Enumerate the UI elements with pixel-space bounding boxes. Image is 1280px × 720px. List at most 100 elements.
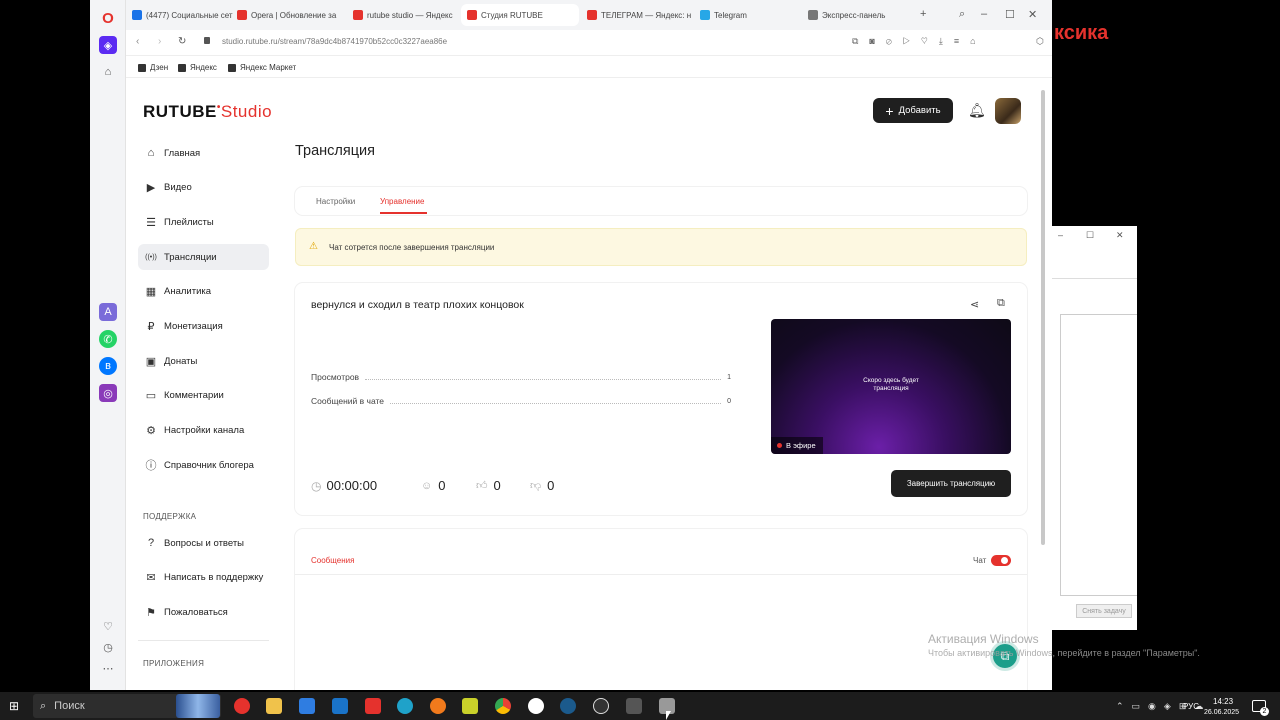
chrome-taskbar-icon[interactable]	[495, 698, 511, 714]
vk-icon[interactable]: в	[99, 357, 117, 375]
sidebar-item-label: Написать в поддержку	[164, 572, 264, 583]
add-button[interactable]: + Добавить	[873, 98, 953, 123]
tab-label: Telegram	[714, 10, 747, 20]
avatar[interactable]	[995, 98, 1021, 124]
whatsapp-icon[interactable]: ✆	[99, 330, 117, 348]
sidebar-item[interactable]: ? Вопросы и ответы	[138, 530, 269, 556]
app2-taskbar-icon[interactable]	[626, 698, 642, 714]
app-taskbar-icon[interactable]	[462, 698, 478, 714]
sidebar-item[interactable]: ⚑ Пожаловаться	[138, 599, 269, 625]
maximize-icon[interactable]: ☐	[1005, 8, 1015, 21]
game-taskbar-icon[interactable]	[593, 698, 609, 714]
bell-icon[interactable]: 🔔︎	[968, 102, 986, 119]
search-tabs-icon[interactable]: ⌕	[959, 8, 965, 21]
activation-text: Чтобы активировать Windows, перейдите в …	[928, 648, 1200, 658]
opera-taskbar-icon[interactable]	[234, 698, 250, 714]
tab-management[interactable]: Управление	[380, 197, 424, 206]
history-icon[interactable]: ◷	[99, 638, 117, 656]
chat-notice: ⚠ Чат сотрется после завершения трансляц…	[295, 228, 1027, 266]
address-bar: ‹ › ↻ studio.rutube.ru/stream/78a9dc4b87…	[126, 30, 1052, 56]
viewers-group: ☺ 0	[421, 478, 446, 493]
home-icon: ⌂	[147, 147, 155, 159]
sidebar-item[interactable]: ⓘ Справочник блогера	[138, 452, 269, 478]
aria-icon[interactable]: A	[99, 303, 117, 321]
firefox-taskbar-icon[interactable]	[430, 698, 446, 714]
sidebar-item[interactable]: ☰ Плейлисты	[138, 209, 269, 235]
bookmark-dzen[interactable]: Дзен	[138, 63, 168, 72]
sidebar-item[interactable]: ▶ Видео	[138, 175, 269, 201]
heart-icon[interactable]: ♡	[99, 617, 117, 635]
language-indicator[interactable]: РУС	[1183, 702, 1199, 711]
sidebar-item-label: Справочник блогера	[164, 459, 254, 471]
yandex-taskbar-icon[interactable]	[365, 698, 381, 714]
browser-tab[interactable]: Экспресс-панель	[802, 4, 920, 26]
browser-tab[interactable]: Telegram	[694, 4, 812, 26]
side-list[interactable]	[1060, 314, 1137, 596]
tab-divider	[295, 574, 1027, 575]
more-icon[interactable]: ⋯	[99, 659, 117, 677]
background-text: ксика	[1054, 22, 1109, 44]
clock-date[interactable]: 26.06.2025	[1204, 709, 1239, 716]
sidebar-item[interactable]: ⚙ Настройки канала	[138, 418, 269, 444]
chat-toggle[interactable]	[991, 555, 1011, 566]
stream-preview[interactable]: Скоро здесь будет трансляция В эфире	[771, 319, 1011, 454]
outlook-taskbar-icon[interactable]	[332, 698, 348, 714]
browser-tab[interactable]: Студия RUTUBE	[461, 4, 579, 26]
tab-label: (4477) Социальные сет	[146, 10, 233, 20]
end-stream-button[interactable]: Завершить трансляцию	[891, 470, 1011, 497]
tab-label: ТЕЛЕГРАМ — Яндекс: н	[601, 10, 692, 20]
url-field[interactable]: studio.rutube.ru/stream/78a9dc4b8741970b…	[222, 37, 447, 46]
bookmark-yandex-market[interactable]: Яндекс Маркет	[228, 63, 296, 72]
dotted-leader	[390, 398, 722, 404]
workspace-icon[interactable]: ◈	[99, 36, 117, 54]
side-close-icon[interactable]: ✕	[1116, 230, 1124, 241]
end-task-button[interactable]: Снять задачу	[1076, 604, 1132, 618]
forward-icon[interactable]: ›	[158, 36, 161, 47]
page-scrollbar[interactable]	[1041, 90, 1045, 545]
browser-tab[interactable]: rutube studio — Яндекс	[347, 4, 465, 26]
messages-tab[interactable]: Сообщения	[311, 556, 354, 565]
sidebar-item[interactable]: ✉ Написать в поддержку	[138, 565, 269, 591]
minimize-icon[interactable]: –	[981, 8, 987, 20]
bookmark-yandex[interactable]: Яндекс	[178, 63, 217, 72]
bookmarks-bar: Дзен Яндекс Яндекс Маркет	[126, 56, 1052, 78]
close-window-icon[interactable]: ✕	[1028, 8, 1037, 21]
toolbar-icons[interactable]: ⧉◙⊘▷♡⤓≡⌂	[852, 36, 987, 47]
store-taskbar-icon[interactable]	[299, 698, 315, 714]
info-icon: ⓘ	[145, 460, 157, 473]
sidebar-item[interactable]: ⌂ Главная	[138, 140, 269, 166]
sidebar-item[interactable]: ((•)) Трансляции	[138, 244, 269, 271]
browser-tab[interactable]: Opera | Обновление за	[231, 4, 349, 26]
yandex-browser-taskbar-icon[interactable]	[528, 698, 544, 714]
opera-logo-icon[interactable]: O	[99, 9, 117, 27]
browser-tab[interactable]: ТЕЛЕГРАМ — Яндекс: н	[581, 4, 699, 26]
instagram-icon[interactable]: ◎	[99, 384, 117, 402]
side-minimize-icon[interactable]: –	[1058, 230, 1063, 240]
tab-favicon-icon	[237, 10, 247, 20]
side-maximize-icon[interactable]: ☐	[1086, 230, 1094, 241]
start-button[interactable]: ⊞	[9, 700, 22, 713]
back-icon[interactable]: ‹	[136, 36, 139, 47]
sidebar-item[interactable]: ₽ Монетизация	[138, 314, 269, 340]
edge-taskbar-icon[interactable]	[397, 698, 413, 714]
extensions-icon[interactable]: ⬡	[1036, 36, 1044, 47]
clock-time[interactable]: 14:23	[1213, 697, 1233, 706]
new-tab-icon[interactable]: +	[920, 8, 926, 20]
sidebar-item[interactable]: ▣ Донаты	[138, 348, 269, 374]
sidebar-item[interactable]: ▦ Аналитика	[138, 279, 269, 305]
pin-icon[interactable]: ⌂	[99, 63, 117, 81]
tab-label: Opera | Обновление за	[251, 10, 337, 20]
sidebar-item-label: Монетизация	[164, 321, 223, 332]
external-link-icon[interactable]: ⧉	[997, 297, 1005, 310]
share-icon[interactable]: ⋖	[970, 298, 979, 311]
reload-icon[interactable]: ↻	[178, 36, 186, 47]
sidebar-item-label: Плейлисты	[164, 216, 214, 228]
tab-active-underline	[380, 212, 427, 214]
sidebar-item[interactable]: ▭ Комментарии	[138, 383, 269, 409]
rutube-studio-logo[interactable]: RUTUBE•Studio	[143, 102, 272, 122]
explorer-taskbar-icon[interactable]	[266, 698, 282, 714]
tab-settings[interactable]: Настройки	[316, 197, 355, 206]
opera-sidebar: O ◈ ⌂ A ✆ в ◎ ♡ ◷ ⋯	[90, 0, 126, 690]
browser-tab[interactable]: (4477) Социальные сет	[126, 4, 244, 26]
steam-taskbar-icon[interactable]	[560, 698, 576, 714]
